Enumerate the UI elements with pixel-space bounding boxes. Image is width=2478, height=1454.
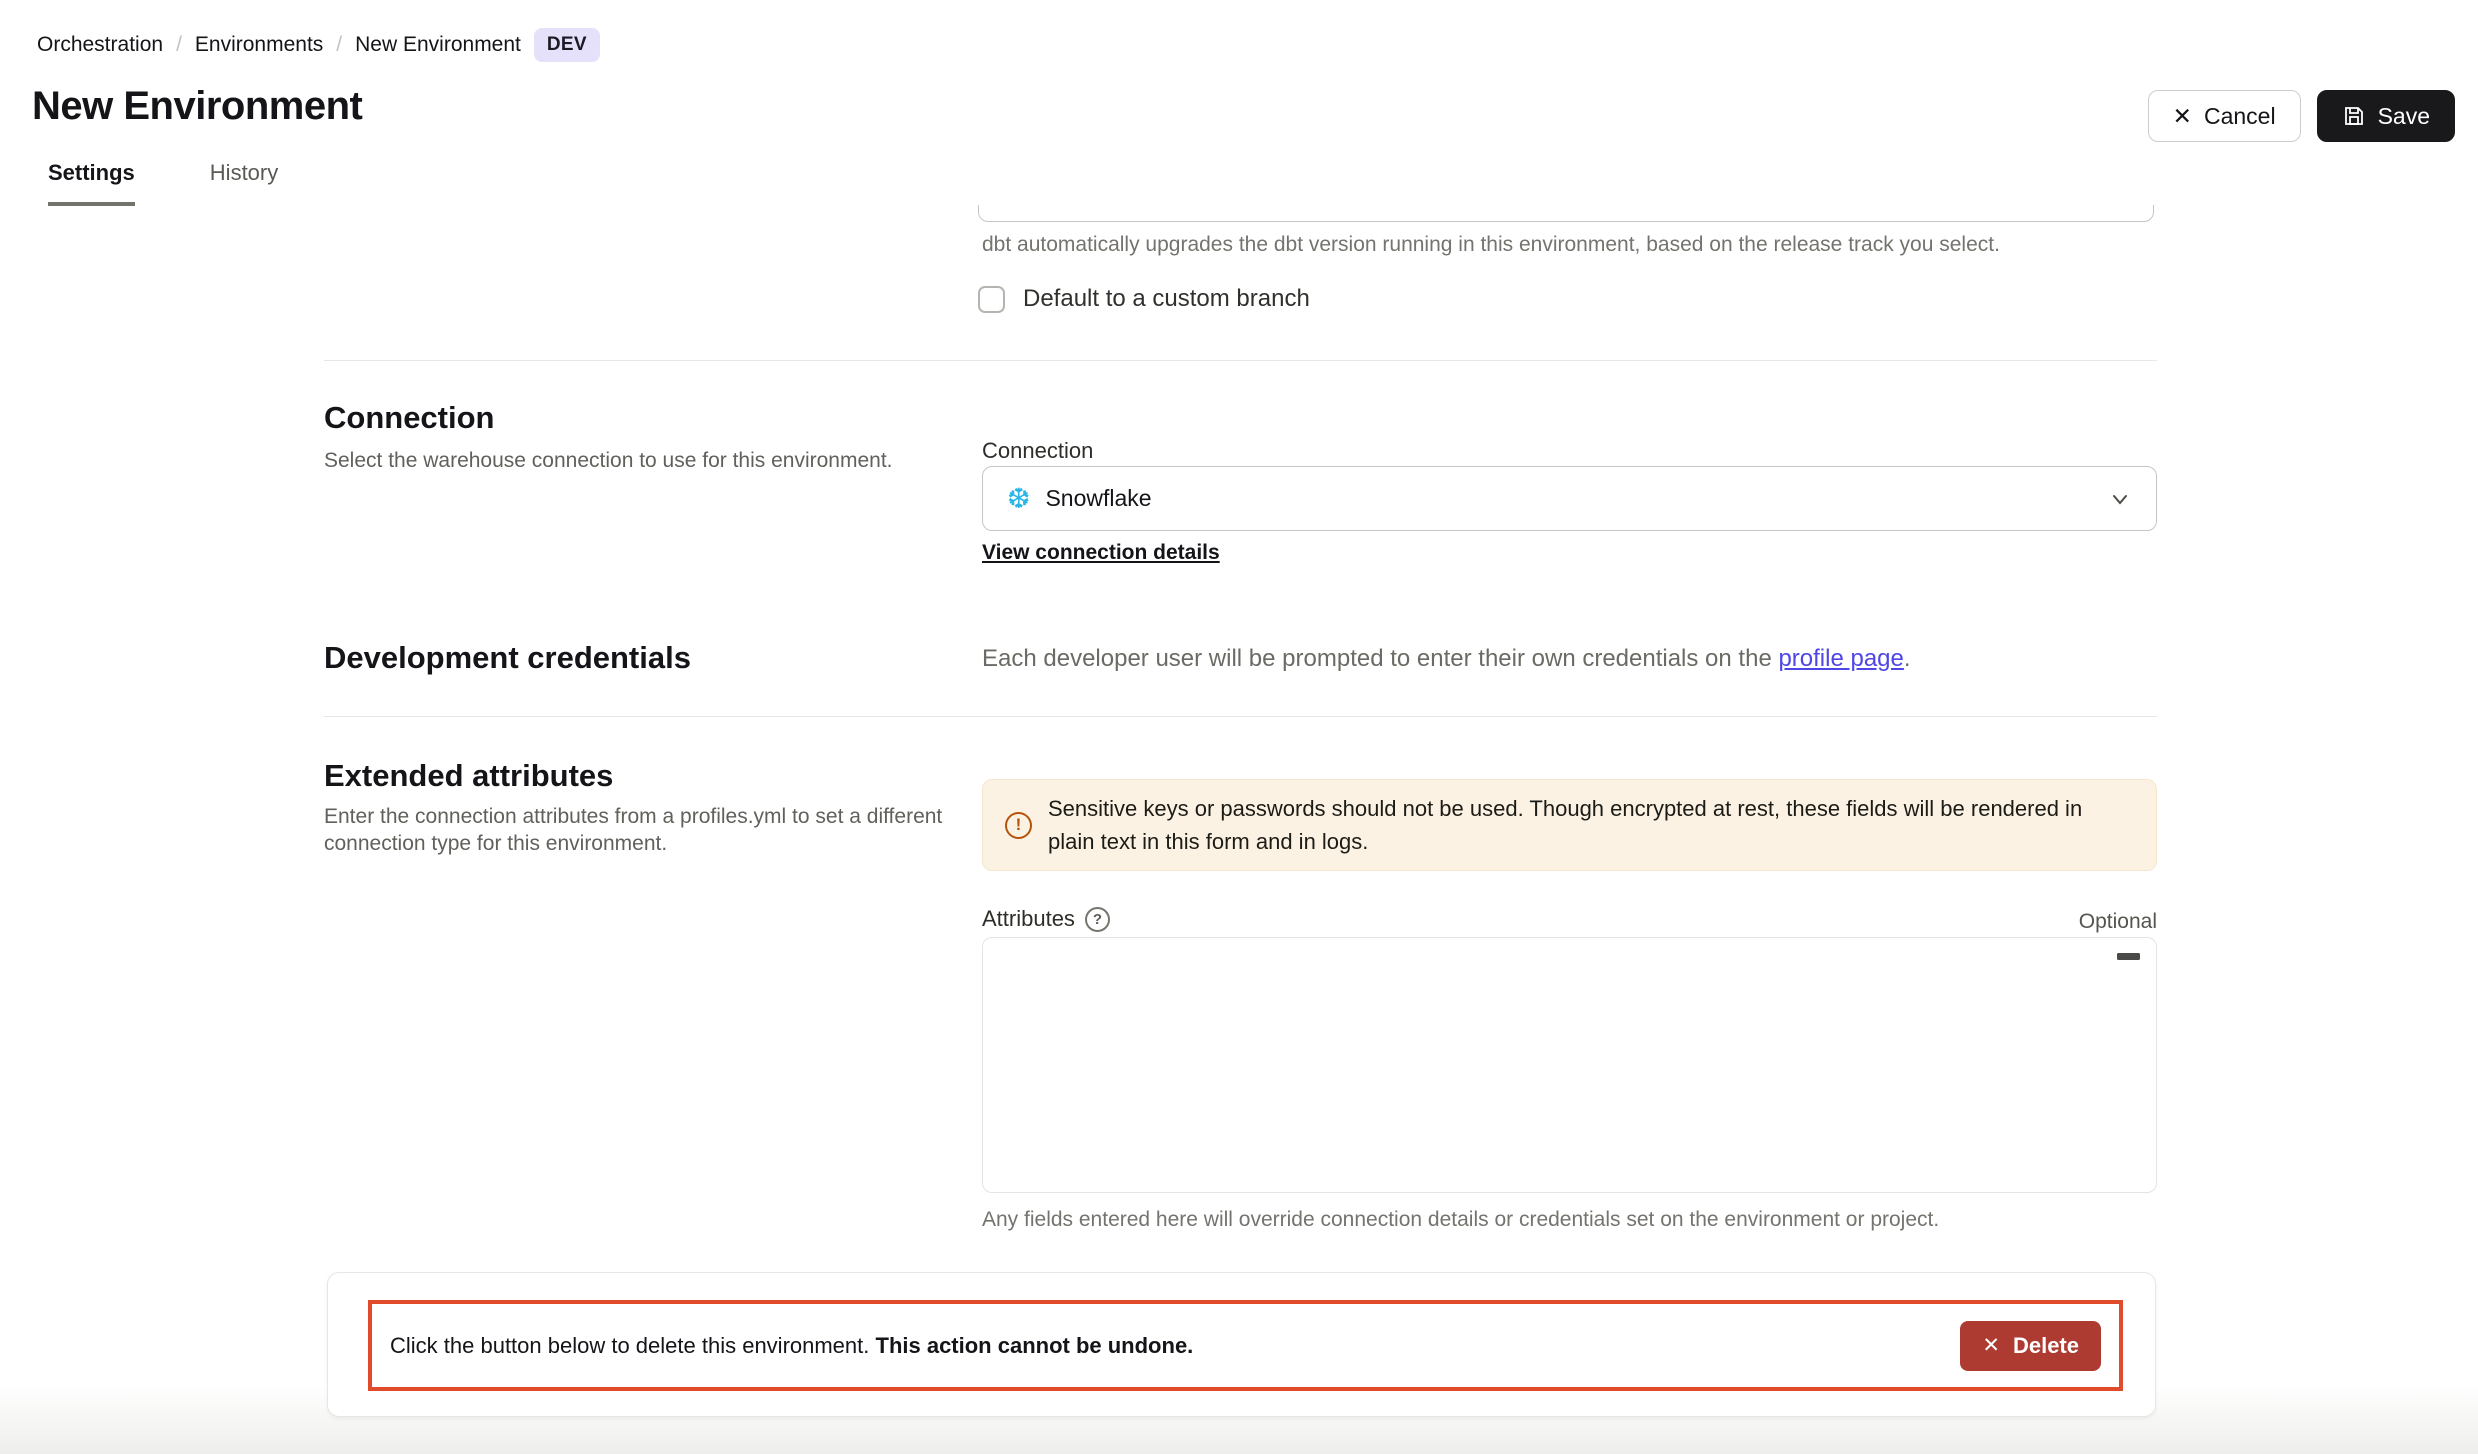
delete-highlight-box: Click the button below to delete this en… [368,1300,2123,1391]
connection-select[interactable]: ❆ Snowflake [982,466,2157,531]
section-divider [324,360,2157,361]
breadcrumb-orchestration[interactable]: Orchestration [37,33,163,57]
section-divider [324,716,2157,717]
save-button[interactable]: Save [2317,90,2455,142]
warning-icon: ! [1005,812,1032,839]
custom-branch-checkbox[interactable] [978,286,1005,313]
warning-text: Sensitive keys or passwords should not b… [1048,792,2134,858]
collapse-fold-icon[interactable] [2117,953,2140,960]
attributes-textarea[interactable] [983,938,2156,1192]
page-title: New Environment [32,84,362,129]
custom-branch-label: Default to a custom branch [1023,285,1310,313]
save-button-label: Save [2378,103,2430,130]
extended-attributes-heading: Extended attributes [324,758,613,794]
danger-zone-card: Click the button below to delete this en… [327,1272,2156,1417]
connection-field-label: Connection [982,438,1093,464]
attributes-field-label: Attributes ? [982,906,1110,932]
attributes-helper: Any fields entered here will override co… [982,1208,1939,1232]
development-credentials-text: Each developer user will be prompted to … [982,645,1911,673]
breadcrumb-separator: / [176,33,182,57]
breadcrumb: Orchestration / Environments / New Envir… [37,28,600,62]
delete-warning-text: Click the button below to delete this en… [390,1333,1960,1359]
connection-selected-value: Snowflake [1045,485,2108,512]
view-connection-details-link[interactable]: View connection details [982,541,1220,565]
help-icon[interactable]: ? [1085,907,1110,932]
sensitive-keys-warning: ! Sensitive keys or passwords should not… [982,779,2157,871]
close-icon: ✕ [1982,1335,2000,1356]
attributes-editor [982,937,2157,1193]
snowflake-icon: ❆ [1007,485,1030,513]
breadcrumb-separator: / [336,33,342,57]
extended-attributes-description: Enter the connection attributes from a p… [324,803,954,857]
page-header: Orchestration / Environments / New Envir… [0,0,2478,205]
connection-heading: Connection [324,400,495,436]
development-credentials-heading: Development credentials [324,640,691,676]
save-floppy-icon [2342,104,2366,128]
tab-bar: Settings History [48,160,278,206]
environment-type-badge: DEV [534,28,600,62]
tab-settings[interactable]: Settings [48,160,135,206]
breadcrumb-new-environment[interactable]: New Environment [355,33,521,57]
delete-text-bold: This action cannot be undone. [876,1333,1194,1358]
breadcrumb-environments[interactable]: Environments [195,33,323,57]
delete-text-normal: Click the button below to delete this en… [390,1333,876,1358]
connection-description: Select the warehouse connection to use f… [324,447,954,474]
custom-branch-row: Default to a custom branch [978,285,1310,313]
cancel-button[interactable]: ✕ Cancel [2148,90,2301,142]
attributes-label-text: Attributes [982,906,1075,932]
dev-credentials-text-before: Each developer user will be prompted to … [982,645,1778,672]
chevron-down-icon [2108,487,2132,511]
delete-button[interactable]: ✕ Delete [1960,1321,2101,1371]
release-track-helper: dbt automatically upgrades the dbt versi… [982,233,2000,257]
dev-credentials-text-after: . [1904,645,1911,672]
cancel-button-label: Cancel [2204,103,2276,130]
close-icon: ✕ [2173,105,2192,128]
profile-page-link[interactable]: profile page [1778,645,1903,672]
delete-button-label: Delete [2013,1333,2079,1359]
optional-badge: Optional [2079,910,2157,934]
tab-history[interactable]: History [210,160,278,206]
